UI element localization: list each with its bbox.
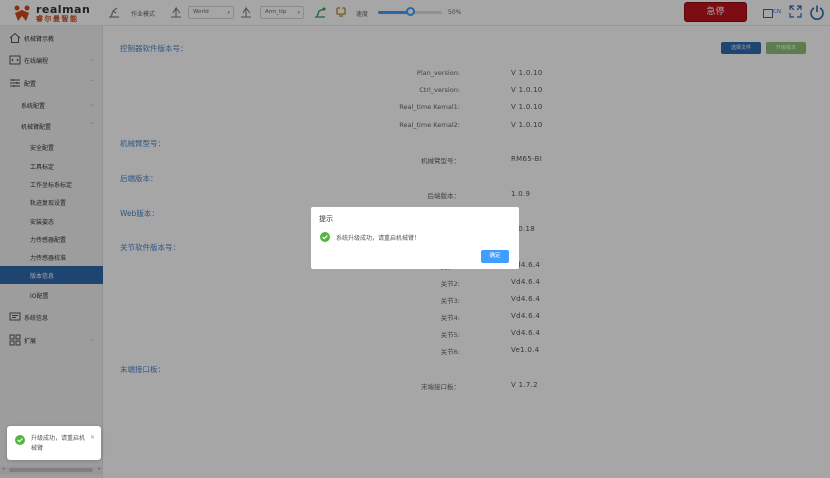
upgrade-success-toast: 升级成功，请重启机械臂 ✕ [7, 426, 101, 460]
success-check-icon [320, 232, 330, 242]
dialog-title: 提示 [319, 215, 333, 223]
dialog-message: 系统升级成功，请重启机械臂！ [336, 235, 421, 242]
toast-message: 升级成功，请重启机械臂 [31, 435, 86, 452]
close-icon[interactable]: ✕ [90, 434, 95, 441]
success-check-icon [15, 435, 25, 445]
dialog-confirm-button[interactable]: 确定 [481, 250, 509, 263]
upgrade-success-dialog: 提示 系统升级成功，请重启机械臂！ 确定 [311, 207, 519, 269]
